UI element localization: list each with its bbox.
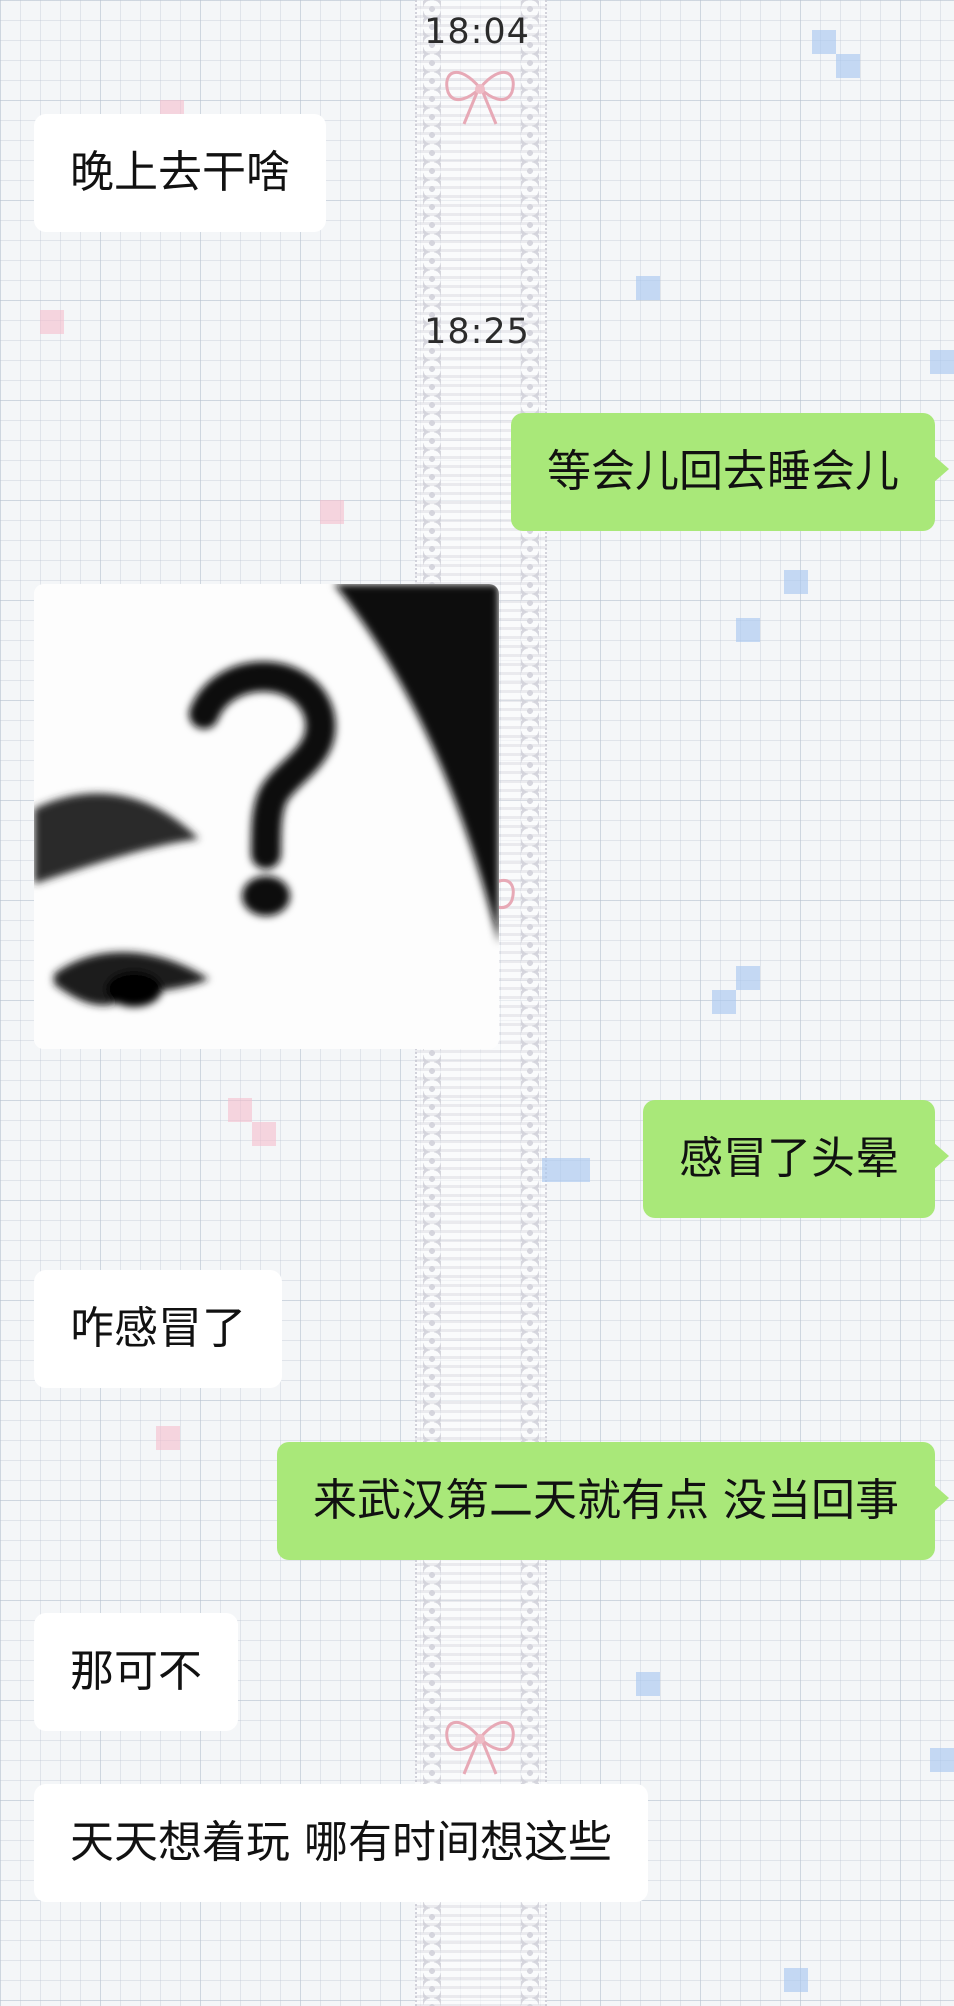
message-text: 天天想着玩 哪有时间想这些 <box>70 1817 612 1868</box>
background-pixel <box>736 966 760 990</box>
message-text: 来武汉第二天就有点 没当回事 <box>313 1475 899 1526</box>
received-message-bubble[interactable]: 天天想着玩 哪有时间想这些 <box>34 1784 648 1902</box>
received-message-bubble[interactable]: 晚上去干啥 <box>34 114 326 232</box>
pink-bow-icon <box>445 1720 515 1775</box>
background-pixel <box>712 990 736 1014</box>
background-pixel <box>930 1748 954 1772</box>
message-text: 咋感冒了 <box>70 1303 246 1354</box>
background-pixel <box>836 54 860 78</box>
background-pixel <box>566 1158 590 1182</box>
background-pixel <box>784 570 808 594</box>
background-pixel <box>736 618 760 642</box>
message-text: 晚上去干啥 <box>70 147 290 198</box>
pink-bow-icon <box>445 70 515 125</box>
timestamp: 18:25 <box>424 312 530 352</box>
background-pixel <box>636 1672 660 1696</box>
background-pixel <box>784 1968 808 1992</box>
message-text: 感冒了头晕 <box>679 1133 899 1184</box>
message-text: 等会儿回去睡会儿 <box>547 446 899 497</box>
question-mark-face-sticker[interactable] <box>34 584 499 1049</box>
background-pixel <box>636 276 660 300</box>
sent-message-bubble[interactable]: 感冒了头晕 <box>643 1100 949 1218</box>
sent-message-bubble[interactable]: 来武汉第二天就有点 没当回事 <box>277 1442 949 1560</box>
background-pixel <box>320 500 344 524</box>
question-mark-face-icon <box>34 584 499 1049</box>
sent-message-bubble[interactable]: 等会儿回去睡会儿 <box>511 413 949 531</box>
background-pixel <box>930 350 954 374</box>
message-text: 那可不 <box>70 1646 202 1697</box>
background-pixel <box>156 1426 180 1450</box>
background-pixel <box>228 1098 252 1122</box>
timestamp: 18:04 <box>424 12 530 52</box>
received-message-bubble[interactable]: 咋感冒了 <box>34 1270 282 1388</box>
background-pixel <box>542 1158 566 1182</box>
received-message-bubble[interactable]: 那可不 <box>34 1613 238 1731</box>
background-pixel <box>252 1122 276 1146</box>
